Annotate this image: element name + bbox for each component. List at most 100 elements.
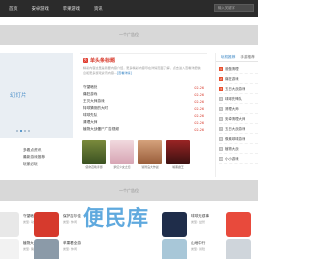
nav-item-home[interactable]: 首页 xyxy=(9,6,18,12)
game-name[interactable]: 苹果看全游 xyxy=(63,241,81,246)
game-thumb-caption[interactable]: 梦幻少女之恋 xyxy=(110,165,134,169)
game-thumb[interactable]: 暗黑魔王 xyxy=(166,140,190,169)
game-cover-image[interactable] xyxy=(138,140,162,164)
search-input[interactable]: 输入关键字 xyxy=(214,4,254,12)
game-app-icon[interactable] xyxy=(34,212,59,237)
list-item[interactable]: 守望暗处 02-26 xyxy=(83,84,204,91)
nav-item-news[interactable]: 资讯 xyxy=(94,6,103,12)
game-thumb[interactable]: 冒险岛大作战 xyxy=(138,140,162,169)
game-card[interactable]: 守望暗处 类型: 动作 xyxy=(0,212,37,237)
slider-dots xyxy=(16,130,30,132)
rank-title[interactable]: 谁做清理 xyxy=(225,66,239,71)
ad-banner-middle[interactable]: 一个广告位 xyxy=(0,180,258,201)
game-name[interactable]: 山地中行 xyxy=(191,241,205,246)
game-card[interactable]: 苹果看全游 类型: 休闲 xyxy=(34,239,81,259)
list-item[interactable]: 6 安卓清理大师 xyxy=(219,114,258,124)
rank-title[interactable]: 植物大战 xyxy=(225,146,239,151)
list-item[interactable]: 7 五日大战游戏 xyxy=(219,124,258,134)
game-cover-image[interactable] xyxy=(82,140,106,164)
game-card[interactable]: 球球无烦事 类型: 益智 xyxy=(162,212,209,237)
game-app-icon[interactable] xyxy=(162,212,187,237)
list-item[interactable]: 3 五日大战游戏 xyxy=(219,84,258,94)
list-item[interactable]: 痛狂游戏 02-26 xyxy=(83,91,204,98)
news-title[interactable]: 守望暗处 xyxy=(83,85,97,90)
nav-item-android-games[interactable]: 安卓游戏 xyxy=(32,6,49,12)
rank-number: 4 xyxy=(219,96,223,101)
list-item[interactable]: 4 球球先锋队 xyxy=(219,94,258,104)
tab-recommended[interactable]: 玩机推荐 xyxy=(221,53,235,61)
rank-title[interactable]: 五日大战游戏 xyxy=(225,86,245,91)
rank-title[interactable]: 小小游戏 xyxy=(225,156,239,161)
headline-badge-icon: 头 xyxy=(83,58,88,63)
news-date: 02-26 xyxy=(194,127,204,132)
news-date: 02-26 xyxy=(194,113,204,118)
list-item[interactable]: 8 像素球球游戏 xyxy=(219,134,258,144)
rank-title[interactable]: 清理大师 xyxy=(225,106,239,111)
nav-item-apple-games[interactable]: 苹果游戏 xyxy=(63,6,80,12)
list-item[interactable]: 球球先队 02-26 xyxy=(83,112,204,119)
game-name[interactable]: 保护吉尔佳 xyxy=(63,214,81,219)
rank-number: 7 xyxy=(219,126,223,131)
list-item[interactable]: 特球猜测的大时 02-26 xyxy=(83,105,204,112)
game-thumb-caption[interactable]: 使命召唤手游 xyxy=(82,165,106,169)
main-nav: 首页 安卓游戏 苹果游戏 资讯 xyxy=(0,0,117,17)
game-name[interactable]: 球球无烦事 xyxy=(191,214,209,219)
image-slider[interactable]: 幻灯片 xyxy=(0,53,73,138)
game-card[interactable] xyxy=(226,239,251,259)
game-card[interactable] xyxy=(226,212,251,237)
rank-title[interactable]: 像素球球游戏 xyxy=(225,136,245,141)
ad-banner-top[interactable]: 一个广告位 xyxy=(0,25,258,45)
slider-dot[interactable] xyxy=(16,130,18,132)
game-cover-image[interactable] xyxy=(110,140,134,164)
game-card[interactable]: 保护吉尔佳 类型: 休闲 xyxy=(34,212,81,237)
tab-mobile-games[interactable]: 手游推荐 xyxy=(240,53,254,61)
headline-summary-text: 精彩内容这里是简要内容介绍，更多精彩内容尽在详情页面了解，点击进入查看详细信息和… xyxy=(83,66,201,75)
game-thumb[interactable]: 使命召唤手游 xyxy=(82,140,106,169)
game-thumb[interactable]: 梦幻少女之恋 xyxy=(110,140,134,169)
list-item[interactable]: 植物大战僵尸广告视频 02-26 xyxy=(83,126,204,133)
left-link[interactable]: 多看点资讯 xyxy=(23,147,45,154)
top-navigation-bar: 首页 安卓游戏 苹果游戏 资讯 输入关键字 xyxy=(0,0,258,17)
rank-title[interactable]: 球球先锋队 xyxy=(225,96,242,101)
list-item[interactable]: 9 植物大战 xyxy=(219,144,258,154)
rank-title[interactable]: 五日大战游戏 xyxy=(225,126,245,131)
list-item[interactable]: 1 谁做清理 xyxy=(219,64,258,74)
game-card[interactable]: 植物大战僵尸广...类型: 策略 xyxy=(0,239,52,259)
rank-number: 8 xyxy=(219,136,223,141)
list-item[interactable]: 清理大师 02-26 xyxy=(83,119,204,126)
news-title[interactable]: 清理大师 xyxy=(83,120,97,125)
headline[interactable]: 头 单头条标题 xyxy=(83,57,115,64)
game-app-icon[interactable] xyxy=(0,239,19,259)
news-title[interactable]: 特球猜测的大时 xyxy=(83,106,108,111)
left-link[interactable]: 最新游戏推荐 xyxy=(23,154,45,161)
news-title[interactable]: 植物大战僵尸广告视频 xyxy=(83,127,119,132)
news-title[interactable]: 球球先队 xyxy=(83,113,97,118)
rank-number: 5 xyxy=(219,106,223,111)
read-more-link[interactable]: [查看详情] xyxy=(117,71,132,75)
slider-dot-active[interactable] xyxy=(20,130,22,132)
list-item[interactable]: 10 小小游戏 xyxy=(219,154,258,164)
game-thumb-caption[interactable]: 冒险岛大作战 xyxy=(138,165,162,169)
rank-title[interactable]: 痛狂游戏 xyxy=(225,76,239,81)
list-item[interactable]: 5 清理大师 xyxy=(219,104,258,114)
game-app-icon[interactable] xyxy=(226,212,251,237)
game-card[interactable]: 山地中行 类型: 冒险 xyxy=(162,239,205,259)
game-app-icon[interactable] xyxy=(0,212,19,237)
slider-dot[interactable] xyxy=(24,130,26,132)
site-watermark-logo: 便民库 xyxy=(83,206,149,230)
rank-number: 1 xyxy=(219,66,223,71)
game-app-icon[interactable] xyxy=(34,239,59,259)
list-item[interactable]: 2 痛狂游戏 xyxy=(219,74,258,84)
headline-title[interactable]: 单头条标题 xyxy=(90,57,115,64)
rank-title[interactable]: 安卓清理大师 xyxy=(225,116,245,121)
game-app-icon[interactable] xyxy=(226,239,251,259)
list-item[interactable]: 王贝大师游戏 02-26 xyxy=(83,98,204,105)
game-thumb-caption[interactable]: 暗黑魔王 xyxy=(166,165,190,169)
news-title[interactable]: 王贝大师游戏 xyxy=(83,99,105,104)
left-link[interactable]: 玩家必玩 xyxy=(23,161,45,168)
game-app-icon[interactable] xyxy=(162,239,187,259)
slider-dot[interactable] xyxy=(28,130,30,132)
game-cover-image[interactable] xyxy=(166,140,190,164)
ranking-sidebar: 玩机推荐 手游推荐 1 谁做清理 2 痛狂游戏 3 五日大战游戏 4 球球先锋队 5 清理… xyxy=(215,53,258,177)
news-title[interactable]: 痛狂游戏 xyxy=(83,92,97,97)
